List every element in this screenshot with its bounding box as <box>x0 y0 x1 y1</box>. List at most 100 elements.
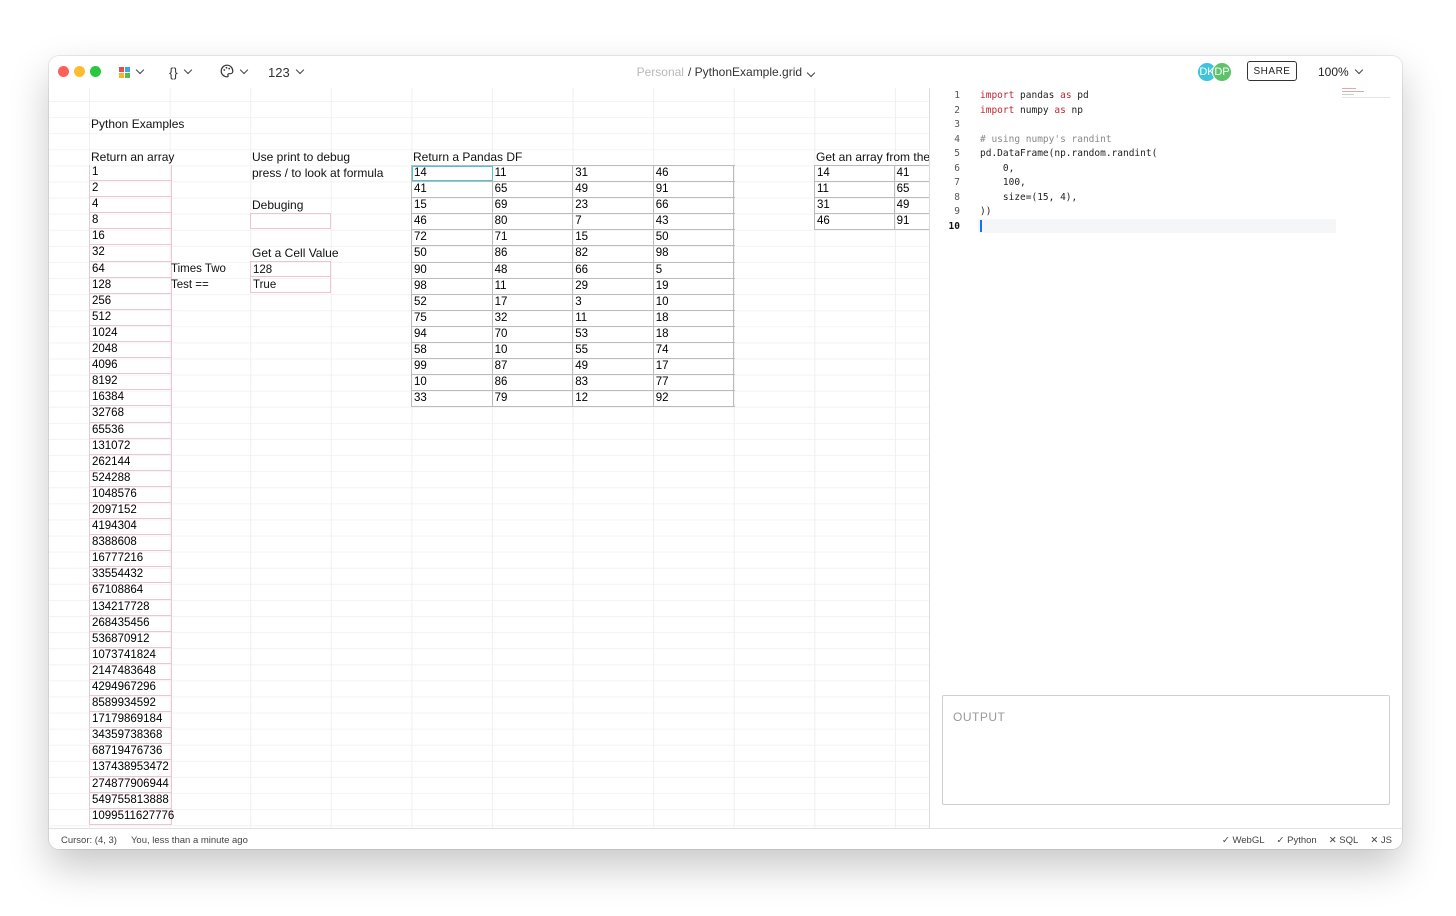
array-cell[interactable]: 8192 <box>90 374 171 391</box>
df-cell[interactable]: 7 <box>573 214 654 230</box>
df-cell[interactable]: 79 <box>493 391 574 407</box>
debugging-cell[interactable] <box>250 213 331 229</box>
code-line[interactable]: 4 # using numpy's randint <box>930 133 1402 148</box>
df-cell[interactable]: 86 <box>493 375 574 391</box>
array-cell[interactable]: 4096 <box>90 358 171 375</box>
array-cell[interactable]: 49 <box>895 198 929 213</box>
df-cell[interactable]: 98 <box>412 278 493 294</box>
zoom-menu-button[interactable]: 100% <box>1318 65 1363 79</box>
df-cell[interactable]: 15 <box>412 198 493 214</box>
df-cell[interactable]: 75 <box>412 310 493 326</box>
df-cell[interactable]: 70 <box>493 326 574 343</box>
df-cell[interactable]: 18 <box>654 310 735 326</box>
df-cell[interactable]: 94 <box>412 326 493 343</box>
array-cell[interactable]: 41 <box>895 166 929 181</box>
array-cell[interactable]: 14 <box>814 166 895 182</box>
df-cell[interactable]: 46 <box>654 166 735 182</box>
array-cell[interactable]: 512 <box>90 310 171 326</box>
df-cell[interactable]: 98 <box>654 246 735 262</box>
df-cell[interactable]: 17 <box>493 294 574 310</box>
test-result-cell[interactable]: True <box>250 277 331 293</box>
df-cell[interactable]: 72 <box>412 230 493 246</box>
array-cell[interactable]: 4194304 <box>90 519 171 536</box>
df-cell[interactable]: 49 <box>573 359 654 375</box>
array-cell[interactable]: 32768 <box>90 406 171 423</box>
df-cell[interactable]: 52 <box>412 294 493 310</box>
df-cell[interactable]: 58 <box>412 343 493 359</box>
df-cell[interactable]: 23 <box>573 198 654 214</box>
df-cell[interactable]: 86 <box>493 246 574 262</box>
df-cell[interactable]: 10 <box>493 343 574 359</box>
code-line[interactable]: 7 100, <box>930 176 1402 191</box>
code-line[interactable]: 3 <box>930 118 1402 133</box>
df-cell[interactable]: 49 <box>573 182 654 198</box>
cell-value-cell[interactable]: 128 <box>250 261 331 277</box>
code-line[interactable]: 10 <box>930 220 1402 235</box>
array-cell[interactable]: 65 <box>895 182 929 197</box>
df-cell[interactable]: 90 <box>412 262 493 278</box>
array-output[interactable]: 1 2 4 8 16 32 64 128 256 512 1024 2048 4096 8192 16384… <box>89 165 174 825</box>
array-cell[interactable]: 34359738368 <box>90 728 171 745</box>
df-cell[interactable]: 48 <box>493 262 574 278</box>
array-cell[interactable]: 128 <box>90 278 171 294</box>
array-cell[interactable]: 2 <box>90 181 171 198</box>
df-cell[interactable]: 83 <box>573 375 654 391</box>
df-cell[interactable]: 69 <box>493 198 574 214</box>
array-cell[interactable]: 137438953472 <box>90 760 171 777</box>
array-cell[interactable]: 256 <box>90 294 171 310</box>
df-cell[interactable]: 50 <box>412 246 493 262</box>
df-cell[interactable]: 29 <box>573 278 654 294</box>
breadcrumb-filename[interactable]: / PythonExample.grid <box>688 65 802 79</box>
array-cell[interactable]: 67108864 <box>90 583 171 600</box>
code-line[interactable]: 6 0, <box>930 162 1402 177</box>
df-cell[interactable]: 77 <box>654 375 735 391</box>
df-cell[interactable]: 18 <box>654 326 735 343</box>
df-cell[interactable]: 10 <box>654 294 735 310</box>
array-cell[interactable]: 46 <box>814 214 895 230</box>
df-cell[interactable]: 11 <box>493 166 574 182</box>
array-cell[interactable]: 16384 <box>90 390 171 407</box>
df-cell[interactable]: 32 <box>493 310 574 326</box>
get-array-output[interactable]: 14 41 11 65 31 49 46 91 <box>814 165 929 231</box>
df-cell[interactable]: 43 <box>654 214 735 230</box>
array-cell[interactable]: 17179869184 <box>90 712 171 729</box>
dataframe-output[interactable]: 14 11 31 46 41 65 49 91 15 69 23 66 46 80 7 43 72 71 15 50 5… <box>411 165 735 408</box>
array-cell[interactable]: 1024 <box>90 326 171 343</box>
df-cell[interactable]: 33 <box>412 391 493 407</box>
df-cell[interactable]: 66 <box>654 198 735 214</box>
df-cell[interactable]: 11 <box>493 278 574 294</box>
array-cell[interactable]: 131072 <box>90 439 171 455</box>
array-cell[interactable]: 64 <box>90 262 171 278</box>
array-cell[interactable]: 91 <box>895 214 929 229</box>
code-line[interactable]: 8 size=(15, 4), <box>930 191 1402 206</box>
chevron-down-icon[interactable] <box>807 68 816 78</box>
array-cell[interactable]: 11 <box>814 182 895 198</box>
array-cell[interactable]: 134217728 <box>90 600 171 616</box>
array-cell[interactable]: 549755813888 <box>90 793 171 809</box>
array-cell[interactable]: 1048576 <box>90 487 171 503</box>
df-cell[interactable]: 19 <box>654 278 735 294</box>
df-cell[interactable]: 10 <box>412 375 493 391</box>
df-cell[interactable]: 53 <box>573 326 654 343</box>
code-line[interactable]: 1 import pandas as pd <box>930 89 1402 104</box>
df-cell[interactable]: 55 <box>573 343 654 359</box>
code-line[interactable]: 2 import numpy as np <box>930 104 1402 119</box>
array-cell[interactable]: 16 <box>90 229 171 246</box>
array-cell[interactable]: 32 <box>90 245 171 262</box>
output-panel[interactable]: OUTPUT <box>942 695 1390 805</box>
array-cell[interactable]: 1 <box>90 165 171 182</box>
array-cell[interactable]: 2048 <box>90 342 171 359</box>
df-cell[interactable]: 74 <box>654 343 735 359</box>
df-cell[interactable]: 41 <box>412 182 493 198</box>
array-cell[interactable]: 2097152 <box>90 503 171 520</box>
array-cell[interactable]: 536870912 <box>90 632 171 648</box>
array-cell[interactable]: 68719476736 <box>90 744 171 761</box>
df-cell[interactable]: 82 <box>573 246 654 262</box>
array-cell[interactable]: 31 <box>814 198 895 214</box>
array-cell[interactable]: 268435456 <box>90 616 171 632</box>
df-cell[interactable]: 65 <box>493 182 574 198</box>
df-cell[interactable]: 3 <box>573 294 654 310</box>
df-cell[interactable]: 66 <box>573 262 654 278</box>
avatar[interactable]: DP <box>1212 62 1232 82</box>
df-cell[interactable]: 50 <box>654 230 735 246</box>
